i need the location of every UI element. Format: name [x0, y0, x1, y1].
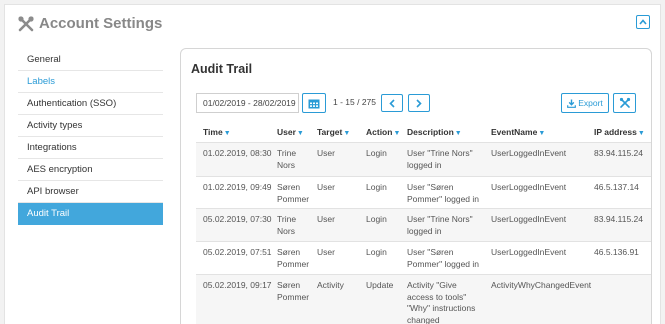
audit-trail-panel: Audit Trail 01/02/2019 - 28/02/2019 1 - … — [180, 48, 652, 324]
sidebar-item-activity-types[interactable]: Activity types — [18, 115, 163, 137]
cell-ip-address: 83.94.115.24 — [594, 214, 643, 224]
cell-eventname: UserLoggedInEvent — [491, 148, 567, 158]
cell-eventname: UserLoggedInEvent — [491, 247, 567, 257]
cell-target: User — [317, 182, 335, 192]
table-row[interactable]: 05.02.2019, 09:17 Søren Pommer Activity … — [196, 274, 651, 324]
cell-target: Activity — [317, 280, 344, 290]
tools-icon — [619, 97, 630, 108]
calendar-button[interactable] — [302, 93, 326, 113]
column-header-action[interactable]: Action▼ — [366, 127, 400, 137]
page-title: Account Settings — [39, 15, 163, 32]
table-row[interactable]: 05.02.2019, 07:51 Søren Pommer User Logi… — [196, 241, 651, 274]
header: Account Settings — [5, 5, 660, 41]
audit-table-body: 01.02.2019, 08:30 Trine Nors User Login … — [196, 142, 651, 324]
cell-time: 05.02.2019, 09:17 — [203, 280, 272, 290]
column-header-user[interactable]: User▼ — [277, 127, 304, 137]
table-row[interactable]: 05.02.2019, 07:30 Trine Nors User Login … — [196, 208, 651, 241]
sidebar-item-aes-encryption[interactable]: AES encryption — [18, 159, 163, 181]
column-header-ip-address[interactable]: IP address▼ — [594, 127, 645, 137]
column-header-eventname[interactable]: EventName▼ — [491, 127, 545, 137]
export-button[interactable]: Export — [561, 93, 609, 113]
sort-caret-icon: ▼ — [343, 130, 351, 137]
column-header-time[interactable]: Time▼ — [203, 127, 231, 137]
pagination-count: 1 - 15 / 275 — [333, 97, 377, 107]
export-label: Export — [578, 98, 603, 108]
sort-caret-icon: ▼ — [538, 130, 546, 137]
panel-title: Audit Trail — [191, 62, 253, 76]
sort-caret-icon: ▼ — [296, 130, 304, 137]
cell-time: 01.02.2019, 09:49 — [203, 182, 272, 192]
sort-caret-icon: ▼ — [454, 130, 462, 137]
sort-caret-icon: ▼ — [637, 130, 645, 137]
sidebar-item-general[interactable]: General — [18, 49, 163, 71]
account-settings-window: Account Settings General Labels Authenti… — [4, 4, 661, 324]
cell-ip-address: 46.5.137.14 — [594, 182, 639, 192]
cell-action: Login — [366, 182, 387, 192]
cell-action: Login — [366, 214, 387, 224]
cell-time: 05.02.2019, 07:30 — [203, 214, 272, 224]
cell-description: User "Søren Pommer" logged in — [407, 247, 479, 269]
cell-action: Login — [366, 148, 387, 158]
sidebar-item-labels[interactable]: Labels — [18, 71, 163, 93]
cell-user: Søren Pommer — [277, 280, 310, 302]
cell-action: Login — [366, 247, 387, 257]
sidebar-item-audit-trail[interactable]: Audit Trail — [18, 203, 163, 225]
table-row[interactable]: 01.02.2019, 08:30 Trine Nors User Login … — [196, 142, 651, 176]
cell-ip-address: 83.94.115.24 — [594, 148, 643, 158]
cell-time: 05.02.2019, 07:51 — [203, 247, 272, 257]
cell-action: Update — [366, 280, 394, 290]
chevron-left-icon — [389, 98, 395, 108]
chevron-up-icon — [639, 19, 647, 25]
cell-user: Trine Nors — [277, 148, 297, 170]
cell-description: User "Trine Nors" logged in — [407, 214, 473, 236]
cell-description: User "Trine Nors" logged in — [407, 148, 473, 170]
cell-eventname: UserLoggedInEvent — [491, 214, 567, 224]
cell-user: Søren Pommer — [277, 247, 310, 269]
cell-description: Activity "Give access to tools" "Why" in… — [407, 280, 476, 324]
cell-target: User — [317, 148, 335, 158]
column-header-description[interactable]: Description▼ — [407, 127, 462, 137]
sidebar-item-integrations[interactable]: Integrations — [18, 137, 163, 159]
download-icon — [567, 99, 577, 108]
cell-eventname: UserLoggedInEvent — [491, 182, 567, 192]
column-settings-button[interactable] — [613, 93, 636, 113]
cell-time: 01.02.2019, 08:30 — [203, 148, 272, 158]
sidebar-item-api-browser[interactable]: API browser — [18, 181, 163, 203]
column-header-target[interactable]: Target▼ — [317, 127, 350, 137]
sidebar-item-authentication-sso[interactable]: Authentication (SSO) — [18, 93, 163, 115]
calendar-icon — [308, 99, 320, 108]
sort-caret-icon: ▼ — [393, 130, 401, 137]
cell-target: User — [317, 247, 335, 257]
sort-caret-icon: ▼ — [223, 130, 231, 137]
table-row[interactable]: 01.02.2019, 09:49 Søren Pommer User Logi… — [196, 176, 651, 208]
date-range-input[interactable]: 01/02/2019 - 28/02/2019 — [196, 93, 299, 113]
cell-user: Søren Pommer — [277, 182, 310, 204]
cell-ip-address: 46.5.136.91 — [594, 247, 639, 257]
cell-user: Trine Nors — [277, 214, 297, 236]
collapse-button[interactable] — [636, 15, 650, 29]
cell-target: User — [317, 214, 335, 224]
chevron-right-icon — [416, 98, 422, 108]
previous-page-button[interactable] — [381, 94, 403, 112]
settings-sidebar: General Labels Authentication (SSO) Acti… — [18, 49, 163, 225]
cell-description: User "Søren Pommer" logged in — [407, 182, 479, 204]
tools-icon — [17, 15, 35, 33]
cell-eventname: ActivityWhyChangedEvent — [491, 280, 592, 290]
next-page-button[interactable] — [408, 94, 430, 112]
